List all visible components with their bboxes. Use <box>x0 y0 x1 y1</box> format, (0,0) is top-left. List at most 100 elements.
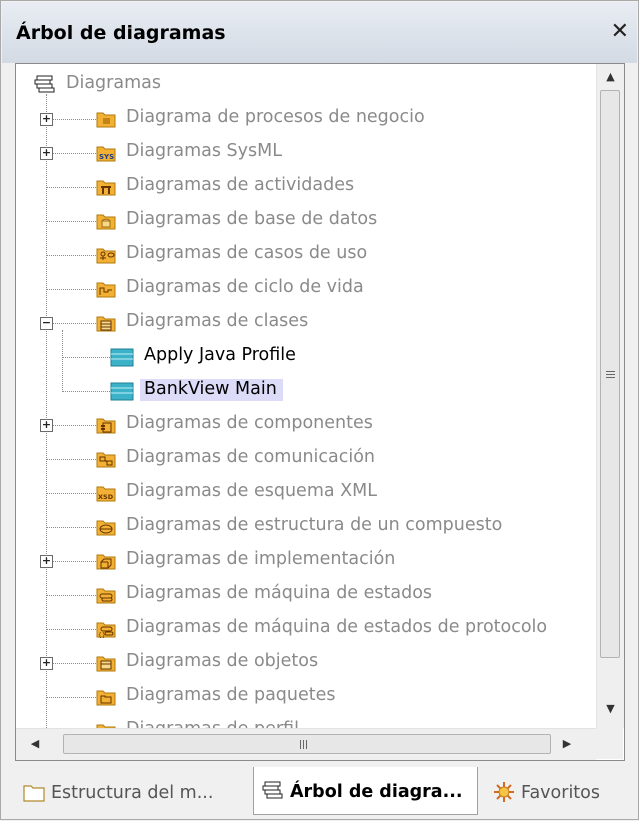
diagram-tree-panel: Árbol de diagramas ✕ Diagramas + Diagrama … <box>0 0 639 820</box>
expand-button[interactable]: + <box>40 147 53 160</box>
tree-item-label: Diagrama de procesos de negocio <box>126 107 425 127</box>
tab-favoritos[interactable]: Favoritos <box>487 770 637 814</box>
tab-label: Árbol de diagra... <box>290 782 463 802</box>
scroll-left-button[interactable]: ◀ <box>24 733 46 755</box>
tree-connector <box>46 561 96 562</box>
tree-item[interactable]: Diagramas de perfil <box>16 714 596 728</box>
diagram-tree-icon <box>262 781 283 800</box>
class-diagram-file-icon <box>110 347 134 367</box>
vertical-scroll-thumb[interactable] <box>600 90 620 658</box>
panel-title: Árbol de diagramas <box>16 22 226 44</box>
tree-rows: Diagramas + Diagrama de procesos de negoci… <box>16 64 596 728</box>
database-diagram-icon <box>96 211 116 230</box>
tree-connector <box>46 187 96 188</box>
tree-item-label: Diagramas de actividades <box>126 175 355 195</box>
tree-connector <box>46 629 96 630</box>
tree-item-label: Diagramas de clases <box>126 311 309 331</box>
tree-item-label: Diagramas de comunicación <box>126 447 376 467</box>
tree-connector <box>46 289 96 290</box>
tree-item-label: Diagramas SysML <box>126 141 282 161</box>
tab-label: Favoritos <box>521 783 600 803</box>
tree-item[interactable]: + Diagramas de componentes <box>16 408 596 442</box>
tree-connector <box>46 119 96 120</box>
xsd-icon: XSD <box>96 483 116 502</box>
expand-button[interactable]: + <box>40 419 53 432</box>
tree-child-item[interactable]: BankView Main <box>16 374 596 408</box>
tree-connector <box>46 153 96 154</box>
collapse-button[interactable]: − <box>40 317 53 330</box>
tree-item[interactable]: − Diagramas de clases <box>16 306 596 340</box>
tab-label: Estructura del m... <box>51 783 214 803</box>
protocol-state-machine-icon: {} <box>96 619 116 639</box>
tree-connector <box>46 323 96 324</box>
use-case-icon <box>96 245 116 264</box>
tree-item[interactable]: + Diagramas de objetos <box>16 646 596 680</box>
tree-connector <box>46 527 96 528</box>
tree-root[interactable]: Diagramas <box>16 68 596 102</box>
tree-child-item[interactable]: Apply Java Profile <box>16 340 596 374</box>
tab-arbol-diagramas[interactable]: Árbol de diagra... <box>253 767 478 815</box>
tree-item-label: Diagramas de máquina de estados <box>126 583 433 603</box>
tree-item[interactable]: XSD Diagramas de esquema XML <box>16 476 596 510</box>
tree-item[interactable]: Diagramas de casos de uso <box>16 238 596 272</box>
tree-item-label: Diagramas de implementación <box>126 549 396 569</box>
favorites-icon <box>493 781 514 802</box>
tree-item[interactable]: Diagramas de paquetes <box>16 680 596 714</box>
lifecycle-icon <box>96 279 116 298</box>
tree-item[interactable]: Diagramas de máquina de estados <box>16 578 596 612</box>
state-machine-icon <box>96 585 116 604</box>
tree-item[interactable]: + Diagramas de implementación <box>16 544 596 578</box>
tree-connector <box>46 221 96 222</box>
tree-item-label: Diagramas de perfil <box>126 719 299 728</box>
expand-button[interactable]: + <box>40 657 53 670</box>
composite-structure-icon <box>96 517 116 536</box>
activity-diagram-icon <box>96 177 116 196</box>
close-icon[interactable]: ✕ <box>611 19 629 44</box>
tree-item[interactable]: Diagramas de base de datos <box>16 204 596 238</box>
tree-item[interactable]: {} Diagramas de máquina de estados de pro… <box>16 612 596 646</box>
sysml-icon: SYS <box>96 143 116 162</box>
profile-diagram-icon <box>96 721 116 728</box>
folder-icon <box>96 109 116 128</box>
horizontal-scroll-thumb[interactable] <box>63 734 551 754</box>
expand-button[interactable]: + <box>40 113 53 126</box>
tree-root-label: Diagramas <box>66 73 161 93</box>
vertical-scrollbar[interactable]: ▲ ▼ <box>596 64 624 728</box>
tree-connector <box>46 425 96 426</box>
tree-item-label: Diagramas de base de datos <box>126 209 378 229</box>
tree-item-label: Diagramas de casos de uso <box>126 243 368 263</box>
expand-button[interactable]: + <box>40 555 53 568</box>
tree-item-label: Diagramas de componentes <box>126 413 373 433</box>
tree-item-label: Diagramas de paquetes <box>126 685 336 705</box>
tree-connector <box>46 595 96 596</box>
tree-item[interactable]: + Diagrama de procesos de negocio <box>16 102 596 136</box>
package-diagram-icon <box>96 687 116 706</box>
deployment-icon <box>96 551 116 570</box>
tree-item[interactable]: Diagramas de comunicación <box>16 442 596 476</box>
class-diagram-icon <box>96 313 116 332</box>
scroll-right-button[interactable]: ▶ <box>556 733 578 755</box>
tree-item-label: Diagramas de máquina de estados de proto… <box>126 617 548 637</box>
svg-text:XSD: XSD <box>98 493 114 501</box>
svg-text:SYS: SYS <box>99 153 114 161</box>
tree-connector <box>46 697 96 698</box>
panel-tabs: Estructura del m... Árbol de diagra... F… <box>1 761 639 821</box>
component-icon <box>96 415 116 434</box>
tree-child-label: Apply Java Profile <box>144 345 296 365</box>
tree-connector <box>62 391 110 392</box>
scroll-up-button[interactable]: ▲ <box>597 66 624 88</box>
tree-item[interactable]: Diagramas de ciclo de vida <box>16 272 596 306</box>
tree-item[interactable]: Diagramas de actividades <box>16 170 596 204</box>
tab-estructura[interactable]: Estructura del m... <box>17 770 249 814</box>
tree-item[interactable]: + SYS Diagramas SysML <box>16 136 596 170</box>
horizontal-scrollbar[interactable]: ◀ ▶ <box>16 728 596 760</box>
tree-view: Diagramas + Diagrama de procesos de negoci… <box>15 63 625 761</box>
tree-connector <box>46 493 96 494</box>
folder-outline-icon <box>23 782 45 802</box>
scroll-down-button[interactable]: ▼ <box>597 698 624 720</box>
tree-connector <box>46 255 96 256</box>
tree-item-label: Diagramas de ciclo de vida <box>126 277 364 297</box>
tree-connector <box>46 459 96 460</box>
tree-item[interactable]: Diagramas de estructura de un compuesto <box>16 510 596 544</box>
communication-icon <box>96 449 116 468</box>
